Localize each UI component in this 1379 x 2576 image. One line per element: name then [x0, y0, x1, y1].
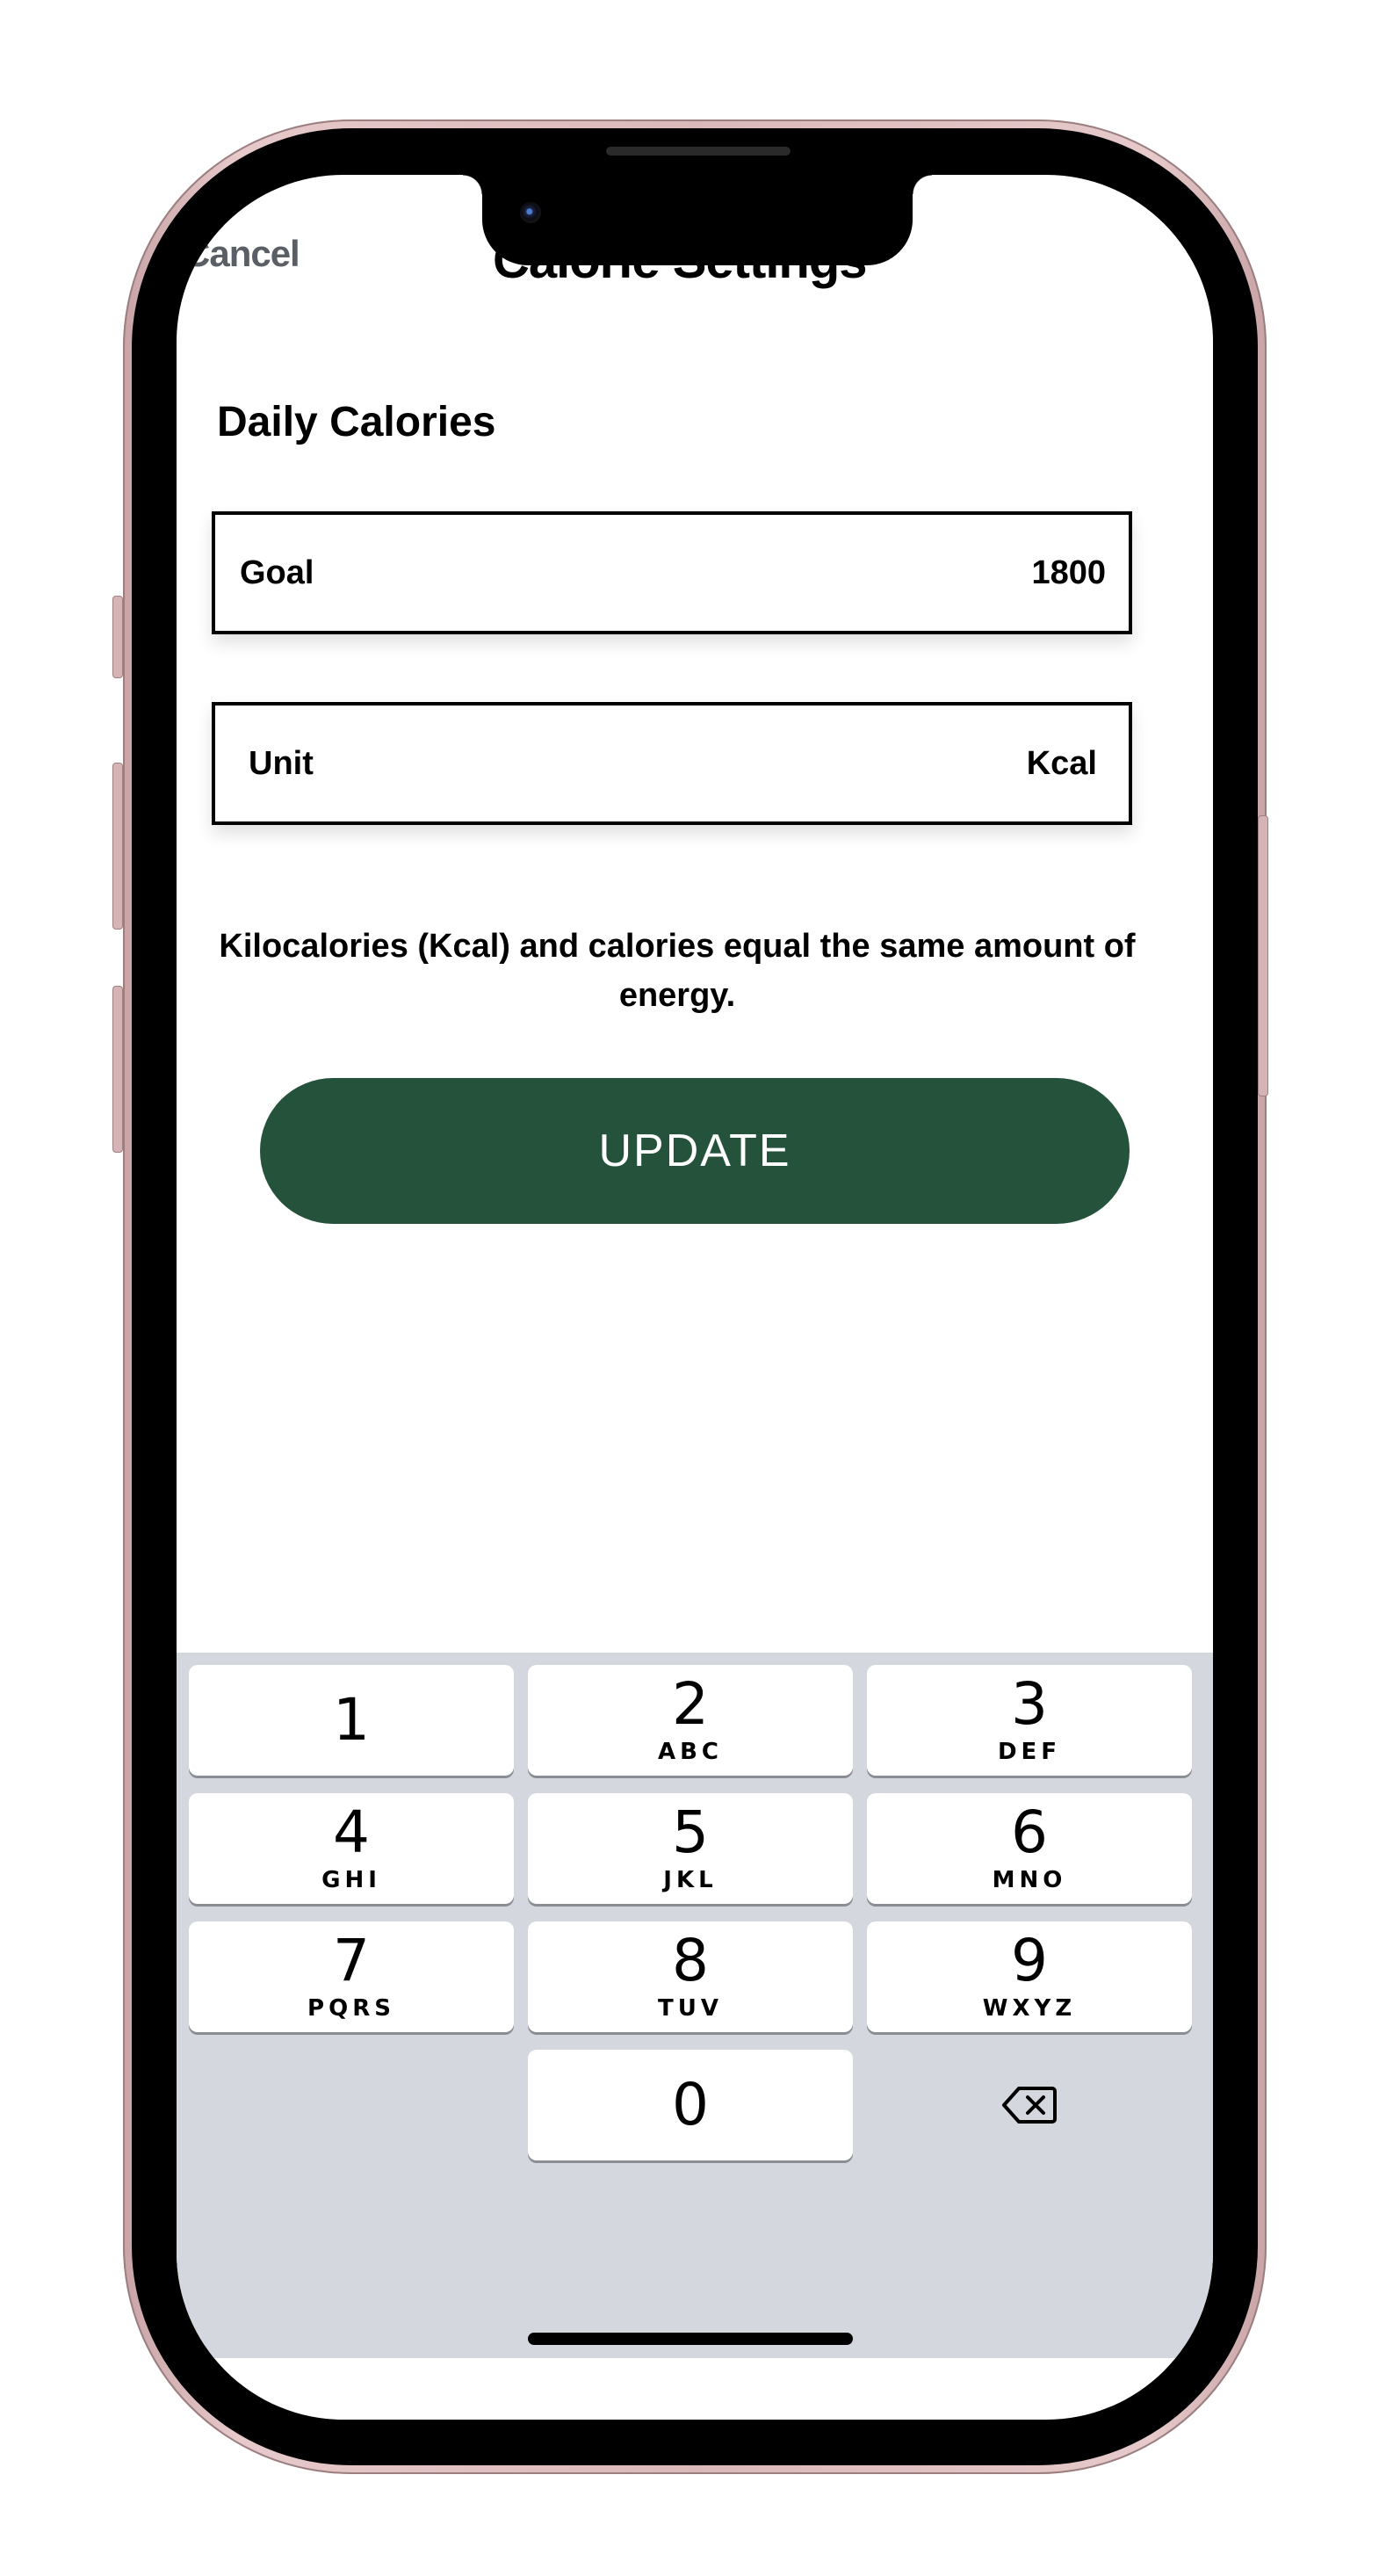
screen: Cancel Calorie Settings Daily Calories G…	[177, 175, 1213, 2420]
notch	[463, 175, 932, 265]
key-letters: GHI	[321, 1867, 381, 1893]
section-title: Daily Calories	[217, 399, 496, 445]
key-letters: DEF	[997, 1739, 1062, 1765]
key-5[interactable]: 5 JKL	[528, 1793, 853, 1904]
key-digit: 8	[672, 1927, 709, 1994]
front-camera-icon	[520, 202, 541, 223]
key-digit: 6	[1011, 1798, 1048, 1866]
unit-value: Kcal	[1026, 744, 1097, 782]
volume-up-button	[112, 763, 123, 930]
home-indicator	[528, 2333, 853, 2345]
key-digit: 4	[333, 1798, 370, 1866]
key-3[interactable]: 3 DEF	[867, 1665, 1192, 1776]
backspace-icon	[1002, 2087, 1057, 2124]
key-7[interactable]: 7 PQRS	[189, 1921, 514, 2032]
key-letters: WXYZ	[982, 1995, 1077, 2022]
key-8[interactable]: 8 TUV	[528, 1921, 853, 2032]
key-9[interactable]: 9 WXYZ	[867, 1921, 1192, 2032]
key-digit: 7	[333, 1927, 370, 1994]
key-letters: TUV	[658, 1995, 723, 2022]
goal-label: Goal	[240, 554, 314, 591]
goal-field[interactable]: Goal 1800	[212, 511, 1132, 634]
key-letters: ABC	[657, 1739, 724, 1765]
power-button	[1258, 815, 1268, 1096]
update-button[interactable]: UPDATE	[260, 1078, 1130, 1224]
key-digit: 0	[672, 2071, 709, 2138]
key-digit: 3	[1011, 1670, 1048, 1738]
key-letters: JKL	[663, 1867, 718, 1893]
numeric-keypad: 1 2 ABC 3 DEF 4 GHI 5 JKL 6 MNO 7 PQRS 8…	[177, 1653, 1213, 2358]
mute-switch	[112, 596, 123, 678]
unit-field[interactable]: Unit Kcal	[212, 702, 1132, 825]
key-digit: 5	[672, 1798, 709, 1866]
goal-value: 1800	[1031, 554, 1106, 591]
unit-label: Unit	[249, 744, 314, 782]
key-2[interactable]: 2 ABC	[528, 1665, 853, 1776]
volume-down-button	[112, 986, 123, 1153]
key-0[interactable]: 0	[528, 2050, 853, 2160]
earpiece-speaker	[606, 147, 791, 156]
info-text: Kilocalories (Kcal) and calories equal t…	[219, 928, 1136, 1014]
key-letters: MNO	[992, 1867, 1067, 1893]
key-4[interactable]: 4 GHI	[189, 1793, 514, 1904]
key-digit: 2	[672, 1670, 709, 1738]
key-1[interactable]: 1	[189, 1665, 514, 1776]
delete-key[interactable]	[867, 2050, 1192, 2160]
key-letters: PQRS	[307, 1995, 395, 2022]
cancel-button[interactable]: Cancel	[184, 233, 300, 275]
key-digit: 9	[1011, 1927, 1048, 1994]
key-6[interactable]: 6 MNO	[867, 1793, 1192, 1904]
key-digit: 1	[333, 1686, 370, 1754]
